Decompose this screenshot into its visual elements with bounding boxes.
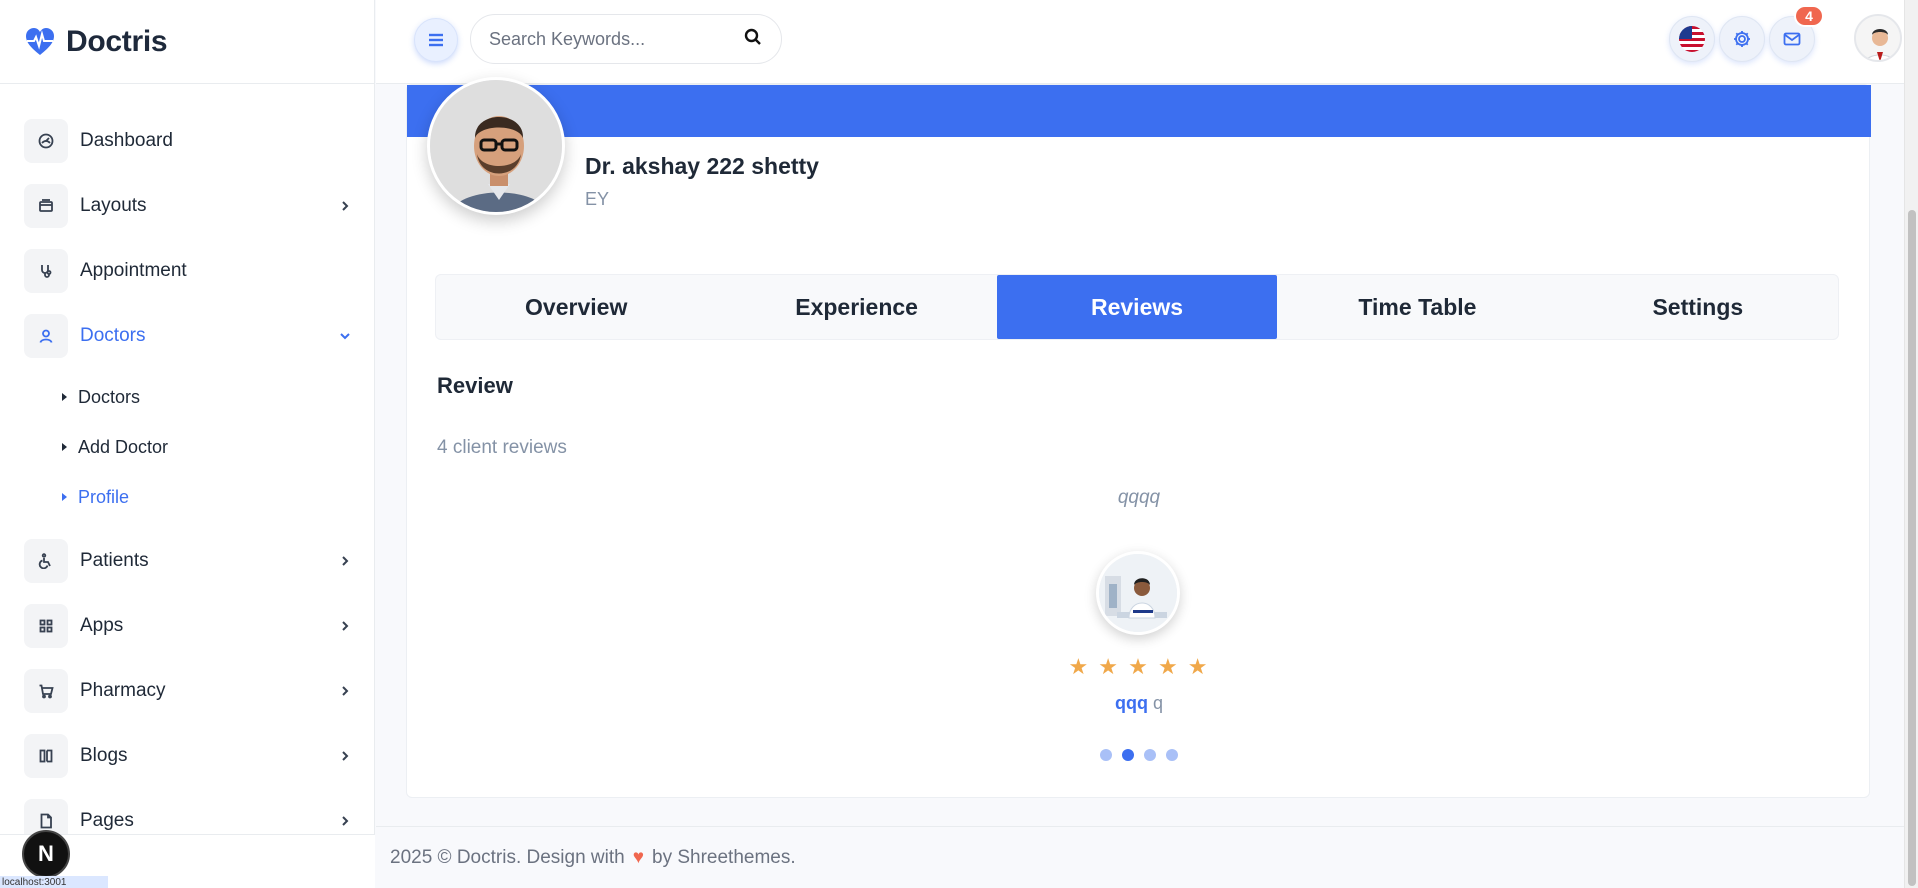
carousel-dot[interactable] — [1144, 749, 1156, 761]
rating-stars: ★ ★ ★ ★ ★ — [1068, 654, 1210, 679]
reviewer-name[interactable]: qqq — [1115, 693, 1148, 713]
page-scrollbar[interactable] — [1904, 0, 1918, 888]
sidebar-item-label: Patients — [80, 549, 149, 571]
sidebar-item-label: Blogs — [80, 744, 128, 766]
caret-right-icon — [62, 443, 67, 451]
sidebar-item-appointment[interactable]: Appointment — [0, 238, 374, 303]
dashboard-icon — [24, 118, 68, 163]
reviewer-avatar — [1096, 551, 1180, 635]
dev-tools-badge[interactable]: N — [22, 830, 70, 878]
sidebar-item-apps[interactable]: Apps — [0, 593, 374, 658]
sidebar-item-blogs[interactable]: Blogs — [0, 723, 374, 788]
chevron-right-icon — [338, 814, 352, 828]
submenu-item-label: Doctors — [78, 386, 141, 407]
mail-button[interactable]: 4 — [1769, 5, 1824, 62]
hamburger-icon — [429, 33, 443, 47]
sidebar-menu: Dashboard Layouts Appointment Doctors Do… — [0, 84, 374, 853]
wheelchair-icon — [24, 538, 68, 583]
apps-grid-icon — [24, 603, 68, 648]
doctor-photo-image — [430, 80, 562, 212]
sidebar: Doctris Dashboard Layouts Appointment Do… — [0, 0, 375, 888]
carousel-dot[interactable] — [1100, 749, 1112, 761]
profile-cover — [407, 85, 1871, 137]
tab-settings[interactable]: Settings — [1558, 275, 1838, 339]
sidebar-item-label: Pharmacy — [80, 679, 166, 701]
topbar: 4 — [376, 0, 1904, 84]
doctor-name: Dr. akshay 222 shetty — [585, 153, 819, 179]
user-icon — [24, 313, 68, 358]
submenu-item-label: Add Doctor — [78, 436, 169, 457]
sidebar-item-label: Layouts — [80, 194, 147, 216]
review-count: 4 client reviews — [437, 437, 567, 458]
us-flag-icon — [1679, 26, 1705, 52]
carousel-dot[interactable] — [1166, 749, 1178, 761]
reviewer-photo-image — [1099, 554, 1177, 632]
sidebar-item-label: Doctors — [80, 324, 146, 346]
layout-icon — [24, 183, 68, 228]
book-icon — [24, 733, 68, 778]
search-box — [470, 14, 782, 64]
chevron-right-icon — [338, 749, 352, 763]
caret-right-icon — [62, 493, 67, 501]
submenu-item-add-doctor[interactable]: Add Doctor — [0, 422, 374, 472]
reviewer-role: q — [1153, 693, 1164, 713]
tab-time-table[interactable]: Time Table — [1277, 275, 1557, 339]
submenu-item-label: Profile — [78, 486, 130, 507]
tab-experience[interactable]: Experience — [716, 275, 996, 339]
tab-overview[interactable]: Overview — [436, 275, 716, 339]
brand[interactable]: Doctris — [0, 0, 374, 84]
carousel-dot[interactable] — [1122, 749, 1134, 761]
dev-url-tag: localhost:3001 — [0, 876, 108, 888]
user-avatar[interactable] — [1854, 14, 1902, 62]
stethoscope-icon — [24, 248, 68, 293]
gear-icon — [1734, 31, 1750, 47]
footer-copyright: 2025 © Doctris. Design with — [390, 846, 625, 868]
sidebar-item-layouts[interactable]: Layouts — [0, 173, 374, 238]
page-footer: 2025 © Doctris. Design with ♥ by Shreeth… — [376, 826, 1904, 888]
profile-tabs: Overview Experience Reviews Time Table S… — [435, 274, 1839, 340]
sidebar-item-label: Apps — [80, 614, 124, 636]
cart-icon — [24, 668, 68, 713]
sidebar-item-dashboard[interactable]: Dashboard — [0, 108, 374, 173]
chevron-right-icon — [338, 554, 352, 568]
chevron-right-icon — [338, 684, 352, 698]
doctor-profile-photo — [427, 77, 565, 215]
heart-pulse-logo-icon — [26, 27, 54, 55]
sidebar-item-label: Dashboard — [80, 129, 173, 151]
submenu-item-doctors[interactable]: Doctors — [0, 372, 374, 422]
doctors-submenu: Doctors Add Doctor Profile — [0, 368, 374, 528]
doctor-subtitle: EY — [585, 189, 610, 209]
caret-right-icon — [62, 393, 67, 401]
doctor-profile-card: Dr. akshay 222 shetty EY Overview Experi… — [406, 77, 1871, 798]
settings-button[interactable] — [1719, 16, 1765, 62]
chevron-right-icon — [338, 619, 352, 633]
sidebar-item-patients[interactable]: Patients — [0, 528, 374, 593]
footer-credit[interactable]: by Shreethemes. — [652, 847, 796, 869]
chevron-right-icon — [338, 199, 352, 213]
scrollbar-thumb[interactable] — [1908, 210, 1916, 886]
search-icon[interactable] — [743, 27, 763, 52]
doctor-avatar-image — [1856, 16, 1900, 60]
menu-toggle-button[interactable] — [414, 18, 458, 62]
brand-name: Doctris — [66, 24, 168, 58]
review-carousel-dots — [407, 749, 1871, 761]
review-section-title: Review — [437, 373, 513, 398]
language-button[interactable] — [1669, 16, 1715, 62]
tab-reviews[interactable]: Reviews — [996, 275, 1278, 339]
heart-icon: ♥ — [632, 846, 644, 868]
search-input[interactable] — [489, 28, 743, 50]
sidebar-item-label: Pages — [80, 809, 134, 831]
mail-count-badge: 4 — [1794, 5, 1824, 27]
sidebar-item-pharmacy[interactable]: Pharmacy — [0, 658, 374, 723]
submenu-item-profile[interactable]: Profile — [0, 472, 374, 522]
review-quote: qqqq — [1117, 487, 1161, 508]
mail-icon — [1783, 32, 1801, 46]
sidebar-item-doctors[interactable]: Doctors — [0, 303, 374, 368]
sidebar-item-label: Appointment — [80, 259, 187, 281]
reviewer-info: qqq q — [407, 693, 1871, 714]
chevron-down-icon — [338, 329, 352, 343]
